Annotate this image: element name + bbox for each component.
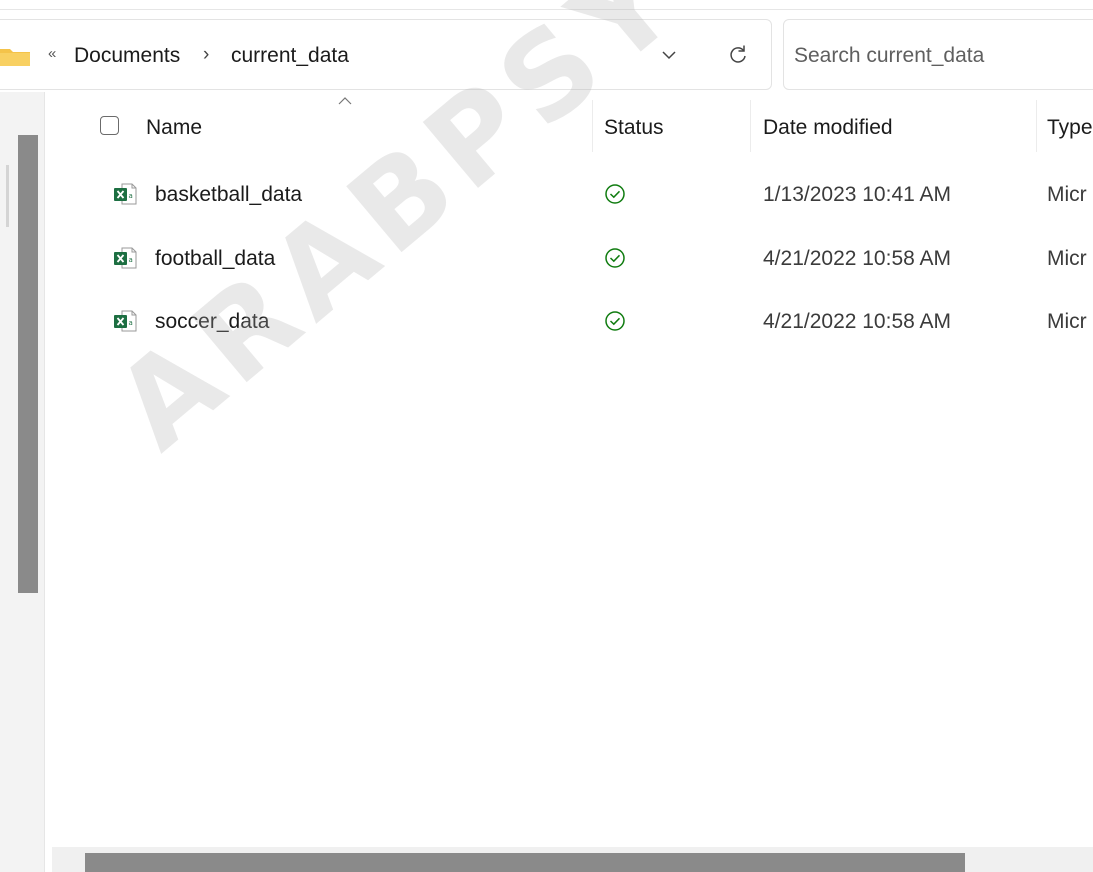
file-date-modified: 4/21/2022 10:58 AM [763,310,951,333]
file-name: basketball_data [155,183,303,206]
check-circle-icon [605,248,625,268]
file-name: soccer_data [155,310,270,333]
svg-text:a: a [129,319,133,327]
column-divider[interactable] [750,100,751,152]
breadcrumb-documents[interactable]: Documents [74,44,180,68]
navigation-pane-scroll-marker [6,165,9,227]
address-history-button[interactable] [652,38,686,72]
breadcrumb-current-data[interactable]: current_data [231,44,349,68]
navigation-pane-divider[interactable] [44,92,45,872]
top-divider [0,9,1093,10]
file-name: football_data [155,247,276,270]
excel-file-icon: a [114,183,137,205]
file-row[interactable]: a soccer_data 4/21/2022 10:58 AM Micr [60,297,1093,349]
column-divider[interactable] [1036,100,1037,152]
column-divider[interactable] [592,100,593,152]
horizontal-scrollbar-thumb[interactable] [85,853,965,872]
column-header-name[interactable]: Name [146,116,202,140]
column-header-type[interactable]: Type [1047,116,1093,140]
file-date-modified: 4/21/2022 10:58 AM [763,247,951,270]
file-type: Micr [1047,183,1087,206]
select-all-checkbox[interactable] [100,116,119,135]
excel-file-icon: a [114,247,137,269]
file-type: Micr [1047,247,1087,270]
svg-text:a: a [129,256,133,264]
chevron-down-icon [662,51,676,60]
check-circle-icon [605,184,625,204]
check-circle-icon [605,311,625,331]
file-row[interactable]: a basketball_data 1/13/2023 10:41 AM Mic… [60,170,1093,222]
file-date-modified: 1/13/2023 10:41 AM [763,183,951,206]
breadcrumb-overflow-button[interactable]: « [48,45,56,62]
file-explorer-window: « Documents › current_data Name Status D… [0,0,1093,872]
file-type: Micr [1047,310,1087,333]
folder-icon [0,49,30,66]
excel-file-icon: a [114,310,137,332]
refresh-icon [730,45,746,63]
search-input[interactable] [794,38,1084,74]
navigation-pane-scrollbar[interactable] [18,135,38,593]
column-header-status[interactable]: Status [604,116,664,140]
breadcrumb-separator-icon[interactable]: › [203,44,209,66]
svg-text:a: a [129,192,133,200]
refresh-button[interactable] [722,38,756,72]
file-row[interactable]: a football_data 4/21/2022 10:58 AM Micr [60,234,1093,286]
column-header-date-modified[interactable]: Date modified [763,116,893,140]
sort-ascending-icon [338,97,352,105]
